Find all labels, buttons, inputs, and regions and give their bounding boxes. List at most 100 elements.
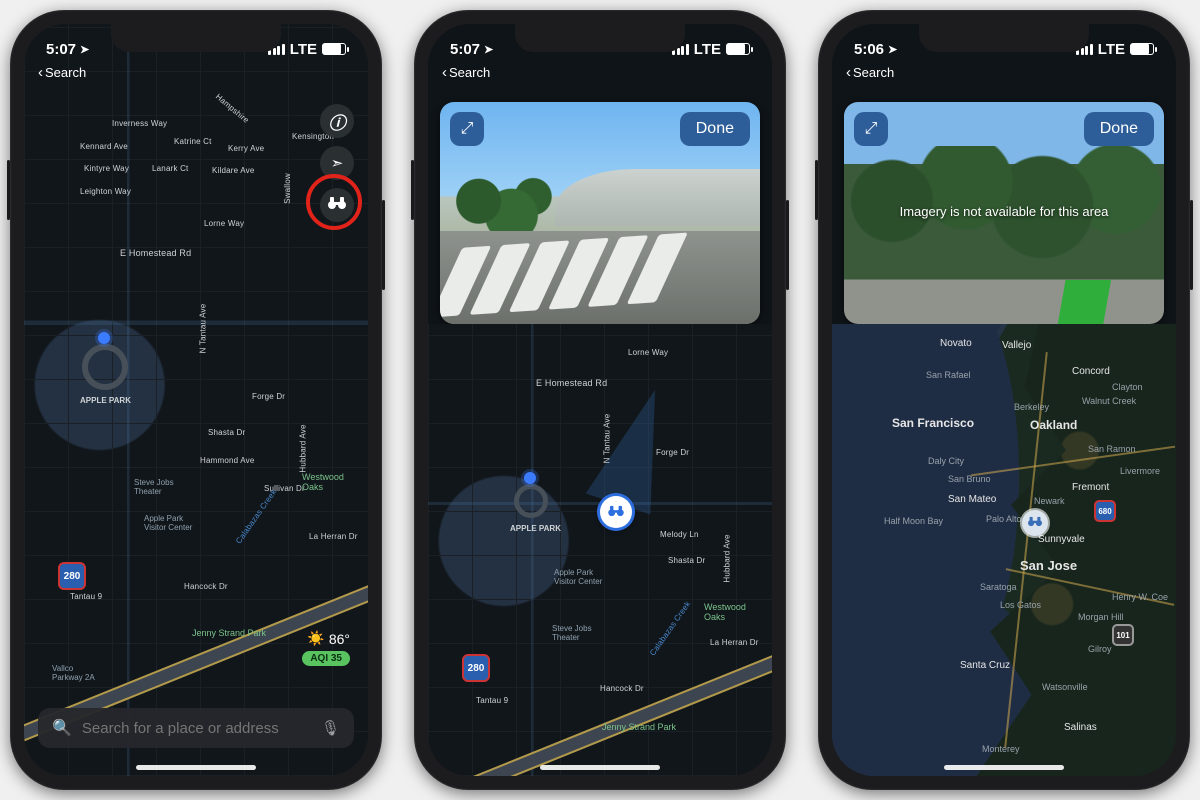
lookaround-crosswalk bbox=[440, 232, 688, 317]
done-button[interactable]: Done bbox=[1084, 112, 1154, 146]
home-indicator[interactable] bbox=[540, 765, 660, 770]
street-label: Hampshire bbox=[214, 92, 251, 125]
device-frame-2: 5:07 ➤ LTE ‹ Search bbox=[414, 10, 786, 790]
street-label: N Tantau Ave bbox=[198, 304, 207, 354]
city-label: San Rafael bbox=[926, 370, 971, 380]
microphone-icon[interactable]: 🎙 bbox=[321, 719, 340, 737]
battery-icon bbox=[1130, 43, 1154, 55]
aqi-badge: AQI 35 bbox=[302, 651, 350, 666]
bay-water bbox=[832, 324, 992, 776]
city-label: Gilroy bbox=[1088, 644, 1112, 654]
city-label: Watsonville bbox=[1042, 682, 1088, 692]
home-indicator[interactable] bbox=[136, 765, 256, 770]
hwy-shield-280: 280 bbox=[462, 654, 490, 682]
search-input[interactable] bbox=[82, 720, 311, 737]
street-label: Inverness Way bbox=[112, 119, 167, 128]
poi-apple-park: APPLE PARK bbox=[80, 396, 131, 405]
lookaround-bike-lane bbox=[1020, 280, 1164, 324]
poi-apple-park: APPLE PARK bbox=[510, 524, 561, 533]
map-canvas[interactable]: 280 Lorne Way E Homestead Rd Forge Dr Me… bbox=[428, 324, 772, 776]
done-button[interactable]: Done bbox=[680, 112, 750, 146]
city-label: Clayton bbox=[1112, 382, 1143, 392]
poi-westwood: Westwood Oaks bbox=[704, 602, 746, 622]
city-label: Half Moon Bay bbox=[884, 516, 943, 526]
back-to-search[interactable]: ‹ Search bbox=[38, 64, 86, 81]
apple-park-ring bbox=[82, 344, 128, 390]
home-indicator[interactable] bbox=[944, 765, 1064, 770]
hwy-shield-680: 680 bbox=[1094, 500, 1116, 522]
street-label: Calabazas Creek bbox=[234, 488, 278, 546]
city-label: Morgan Hill bbox=[1078, 612, 1124, 622]
street-label: E Homestead Rd bbox=[120, 248, 191, 258]
hwy-shield-101: 101 bbox=[1112, 624, 1134, 646]
status-time: 5:07 bbox=[46, 41, 76, 58]
city-label: Concord bbox=[1072, 366, 1110, 377]
notch bbox=[111, 24, 281, 52]
poi-steve-jobs: Steve Jobs Theater bbox=[134, 478, 174, 496]
city-label: Newark bbox=[1034, 496, 1065, 506]
lookaround-building bbox=[555, 169, 760, 227]
street-label: Hancock Dr bbox=[600, 684, 644, 693]
user-location-dot bbox=[524, 472, 536, 484]
chevron-left-icon: ‹ bbox=[846, 64, 851, 81]
notch bbox=[919, 24, 1089, 52]
expand-icon: ⤢ bbox=[461, 120, 474, 138]
map-info-button[interactable]: ⓘ bbox=[320, 104, 354, 138]
back-to-search[interactable]: ‹ Search bbox=[846, 64, 894, 81]
lookaround-road bbox=[440, 231, 760, 324]
street-label: La Herran Dr bbox=[309, 532, 358, 541]
location-services-icon: ➤ bbox=[80, 43, 89, 56]
city-label: Vallejo bbox=[1002, 340, 1031, 351]
notch bbox=[515, 24, 685, 52]
street-label: Swallow bbox=[283, 173, 292, 204]
battery-icon bbox=[726, 43, 750, 55]
info-icon: ⓘ bbox=[329, 109, 346, 134]
street-label: Shasta Dr bbox=[668, 556, 705, 565]
binoculars-icon bbox=[1028, 516, 1042, 530]
city-label: Walnut Creek bbox=[1082, 396, 1136, 406]
street-label: Katrine Ct bbox=[174, 137, 212, 146]
status-time: 5:06 bbox=[854, 41, 884, 58]
poi-steve-jobs: Steve Jobs Theater bbox=[552, 624, 592, 642]
street-label: Leighton Way bbox=[80, 187, 131, 196]
street-label: Hammond Ave bbox=[200, 456, 255, 465]
street-label: Hubbard Ave bbox=[723, 534, 732, 582]
look-around-preview[interactable]: ⤢ Done bbox=[440, 102, 760, 324]
location-services-icon: ➤ bbox=[888, 43, 897, 56]
look-around-marker[interactable] bbox=[1022, 510, 1048, 536]
expand-lookaround-button[interactable]: ⤢ bbox=[854, 112, 888, 146]
street-label: Shasta Dr bbox=[208, 428, 245, 437]
city-label: San Mateo bbox=[948, 494, 996, 505]
street-label: Tantau 9 bbox=[476, 696, 508, 705]
location-services-icon: ➤ bbox=[484, 43, 493, 56]
city-label: San Jose bbox=[1020, 558, 1077, 573]
map-canvas-regional[interactable]: Novato Vallejo Concord Clayton San Rafae… bbox=[832, 324, 1176, 776]
city-label: Salinas bbox=[1064, 722, 1097, 733]
city-label: Santa Cruz bbox=[960, 660, 1010, 671]
street-label: E Homestead Rd bbox=[536, 378, 607, 388]
street-label: Calabazas Creek bbox=[648, 600, 692, 658]
search-icon: 🔍 bbox=[52, 718, 72, 738]
sun-icon: ☀️ bbox=[307, 630, 324, 647]
look-around-preview[interactable]: Imagery is not available for this area ⤢… bbox=[844, 102, 1164, 324]
street-label: Lorne Way bbox=[204, 219, 244, 228]
city-label: Berkeley bbox=[1014, 402, 1049, 412]
battery-icon bbox=[322, 43, 346, 55]
street-label: Kerry Ave bbox=[228, 144, 264, 153]
look-around-marker[interactable] bbox=[600, 496, 632, 528]
poi-jenny-strand: Jenny Strand Park bbox=[192, 628, 266, 638]
search-bar[interactable]: 🔍 🎙 bbox=[38, 708, 354, 748]
city-label: Sunnyvale bbox=[1038, 534, 1085, 545]
weather-widget[interactable]: ☀️ 86° AQI 35 bbox=[302, 630, 350, 666]
city-label: Henry W. Coe bbox=[1112, 592, 1168, 602]
street-label: Tantau 9 bbox=[70, 592, 102, 601]
city-label: Novato bbox=[940, 338, 972, 349]
back-to-search[interactable]: ‹ Search bbox=[442, 64, 490, 81]
expand-lookaround-button[interactable]: ⤢ bbox=[450, 112, 484, 146]
device-frame-1: 5:07 ➤ LTE ‹ Search 280 Inverness Way Ke… bbox=[10, 10, 382, 790]
city-label: Los Gatos bbox=[1000, 600, 1041, 610]
poi-jenny-strand: Jenny Strand Park bbox=[602, 722, 676, 732]
street-label: Kildare Ave bbox=[212, 166, 255, 175]
carrier-label: LTE bbox=[1098, 41, 1125, 58]
city-label: Oakland bbox=[1030, 418, 1077, 432]
